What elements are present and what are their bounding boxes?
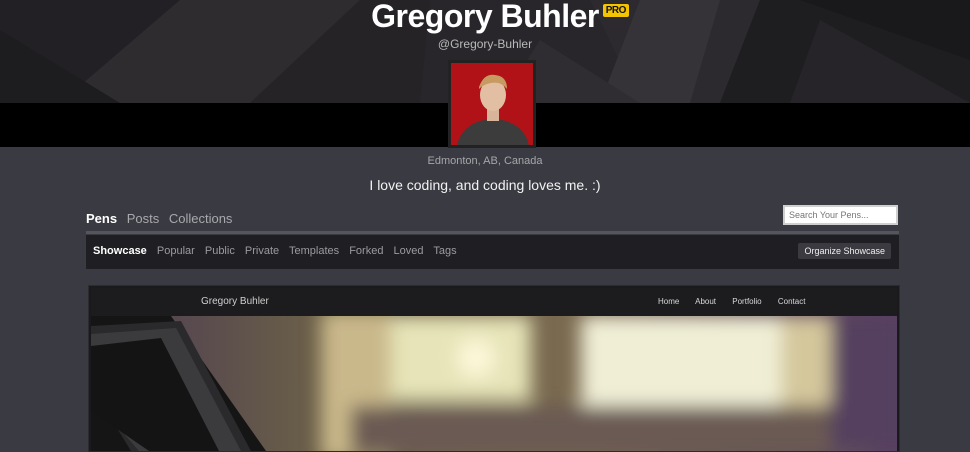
- preview-link-portfolio[interactable]: Portfolio: [732, 297, 761, 306]
- avatar-photo: [451, 63, 533, 145]
- filter-templates[interactable]: Templates: [289, 245, 339, 257]
- tab-collections[interactable]: Collections: [169, 211, 233, 226]
- profile-name-row: Gregory Buhler PRO: [0, 0, 970, 35]
- filter-public[interactable]: Public: [205, 245, 235, 257]
- avatar[interactable]: [448, 60, 536, 148]
- preview-brand: Gregory Buhler: [201, 296, 269, 307]
- filter-popular[interactable]: Popular: [157, 245, 195, 257]
- tabs-divider: [86, 231, 899, 234]
- profile-handle: @Gregory-Buhler: [437, 37, 533, 51]
- filter-showcase[interactable]: Showcase: [93, 245, 147, 257]
- tab-pens[interactable]: Pens: [86, 211, 117, 226]
- preview-link-contact[interactable]: Contact: [778, 297, 806, 306]
- search-pens-input[interactable]: [783, 205, 898, 225]
- organize-showcase-button[interactable]: Organize Showcase: [798, 243, 891, 259]
- preview-hero-image: [91, 316, 897, 451]
- tab-posts[interactable]: Posts: [127, 211, 160, 226]
- profile-name: Gregory Buhler: [371, 0, 599, 34]
- preview-link-about[interactable]: About: [695, 297, 716, 306]
- profile-bio: I love coding, and coding loves me. :): [369, 177, 601, 193]
- pens-filter-bar: Showcase Popular Public Private Template…: [86, 235, 899, 269]
- profile-location: Edmonton, AB, Canada: [427, 155, 543, 167]
- filter-loved[interactable]: Loved: [394, 245, 424, 257]
- preview-link-home[interactable]: Home: [658, 297, 679, 306]
- filter-forked[interactable]: Forked: [349, 245, 383, 257]
- pro-badge: PRO: [602, 4, 629, 17]
- filter-tags[interactable]: Tags: [433, 245, 456, 257]
- showcase-pen-preview[interactable]: Gregory Buhler Home About Portfolio Cont…: [88, 285, 900, 452]
- content-tabs: Pens Posts Collections: [86, 211, 238, 226]
- filter-private[interactable]: Private: [245, 245, 279, 257]
- preview-navbar: Gregory Buhler Home About Portfolio Cont…: [91, 288, 897, 316]
